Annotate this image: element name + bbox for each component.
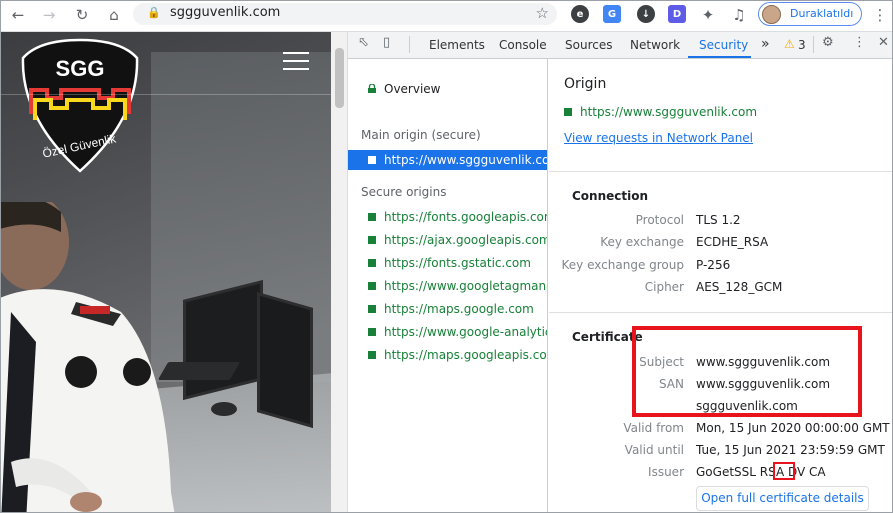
highlight-box-small: [773, 462, 795, 480]
profile-button[interactable]: Duraklatıldı: [758, 2, 862, 26]
warnings-count[interactable]: 3: [798, 38, 806, 52]
origin-title: Origin: [564, 76, 607, 92]
media-icon[interactable]: ♫: [728, 4, 750, 26]
monitor-image: [257, 291, 313, 429]
overview-item[interactable]: Overview: [348, 79, 547, 99]
page-scrollbar[interactable]: [331, 32, 348, 512]
more-options-icon[interactable]: ⋮: [853, 35, 866, 50]
secure-origin-item[interactable]: https://maps.googleapis.com: [348, 345, 548, 365]
secure-origin-item[interactable]: https://ajax.googleapis.com: [348, 230, 548, 250]
main-origin-item[interactable]: https://www.sggguvenlik.com: [348, 150, 548, 170]
puzzle-icon[interactable]: ✦: [697, 4, 719, 26]
origin-label: https://maps.googleapis.com: [384, 348, 548, 362]
reload-icon[interactable]: ↻: [71, 4, 93, 26]
certificate-value: GoGetSSL RSA DV CA: [696, 465, 826, 479]
mouse-image: [211, 402, 237, 416]
star-icon[interactable]: ☆: [536, 4, 549, 22]
connection-value: AES_128_GCM: [696, 280, 783, 294]
sgg-logo: SGG Özel Güvenlik: [21, 38, 139, 173]
tab-sources[interactable]: Sources: [565, 38, 612, 52]
extension-icon[interactable]: e: [571, 5, 589, 23]
active-tab-indicator: [688, 56, 751, 58]
secure-origin-item[interactable]: https://www.google-analytics.com: [348, 322, 547, 342]
origin-label: https://fonts.googleapis.com: [384, 210, 548, 224]
overview-label: Overview: [384, 82, 441, 96]
connection-key: Protocol: [635, 213, 684, 227]
origin-label: https://www.google-analytics.com: [384, 325, 547, 339]
connection-title: Connection: [572, 189, 649, 203]
connection-value: TLS 1.2: [696, 213, 741, 227]
connection-key: Key exchange group: [561, 258, 684, 272]
tab-elements[interactable]: Elements: [429, 38, 485, 52]
hamburger-menu-icon[interactable]: [283, 52, 309, 70]
address-bar[interactable]: 🔒 sggguvenlik.com ☆: [133, 3, 557, 25]
screenshot-root: ← → ↻ ⌂ 🔒 sggguvenlik.com ☆ e G ↓ D ✦ ♫ …: [0, 0, 893, 513]
tab-network[interactable]: Network: [630, 38, 680, 52]
lock-icon[interactable]: 🔒: [147, 6, 161, 19]
tab-console[interactable]: Console: [499, 38, 547, 52]
connection-key: Key exchange: [600, 235, 684, 249]
security-guard-image: [1, 202, 175, 512]
connection-key: Cipher: [644, 280, 684, 294]
logo-title: SGG: [56, 56, 105, 81]
browser-toolbar: ← → ↻ ⌂ 🔒 sggguvenlik.com ☆ e G ↓ D ✦ ♫ …: [1, 1, 892, 32]
forward-icon[interactable]: →: [38, 4, 60, 26]
more-tabs-button[interactable]: »: [761, 36, 770, 52]
device-toolbar-icon[interactable]: ▯: [383, 35, 390, 50]
avatar: [762, 5, 781, 24]
home-icon[interactable]: ⌂: [103, 4, 125, 26]
certificate-value: Mon, 15 Jun 2020 00:00:00 GMT: [696, 421, 890, 435]
website-viewport: SGG Özel Güvenlik: [1, 32, 331, 512]
translate-icon[interactable]: G: [603, 5, 621, 23]
security-sidebar: Overview Main origin (secure) https://ww…: [348, 59, 548, 512]
origin-label: https://ajax.googleapis.com: [384, 233, 548, 247]
certificate-key: Valid from: [623, 421, 684, 435]
secure-origins-header: Secure origins: [361, 185, 447, 199]
warning-icon[interactable]: ⚠: [784, 37, 795, 51]
profile-label: Duraklatıldı: [790, 7, 854, 20]
certificate-key: Valid until: [624, 443, 684, 457]
download-icon[interactable]: ↓: [637, 5, 655, 23]
url-text: sggguvenlik.com: [170, 5, 281, 20]
close-devtools-icon[interactable]: ✕: [878, 35, 889, 50]
secure-origin-item[interactable]: https://www.googletagmanager.com: [348, 276, 547, 296]
origin-details-panel: Origin https://www.sggguvenlik.com View …: [549, 59, 892, 512]
divider: [549, 171, 892, 172]
back-icon[interactable]: ←: [7, 4, 29, 26]
settings-gear-icon[interactable]: ⚙: [822, 35, 834, 50]
highlight-box: [632, 326, 862, 417]
origin-label: https://fonts.gstatic.com: [384, 256, 531, 270]
connection-value: ECDHE_RSA: [696, 235, 769, 249]
main-origin-label: https://www.sggguvenlik.com: [384, 153, 548, 167]
monitor-image: [183, 280, 263, 400]
origin-label: https://www.googletagmanager.com: [384, 279, 547, 293]
open-certificate-button[interactable]: Open full certificate details: [696, 486, 869, 511]
menu-icon[interactable]: ⋮: [869, 4, 891, 26]
certificate-value: Tue, 15 Jun 2021 23:59:59 GMT: [696, 443, 885, 457]
connection-value: P-256: [696, 258, 731, 272]
view-requests-link[interactable]: View requests in Network Panel: [564, 131, 753, 145]
tab-security[interactable]: Security: [699, 38, 748, 52]
main-origin-header: Main origin (secure): [361, 128, 481, 142]
d-extension-icon[interactable]: D: [668, 5, 686, 23]
secure-origin-item[interactable]: https://fonts.googleapis.com: [348, 207, 548, 227]
secure-origin-item[interactable]: https://maps.google.com: [348, 299, 547, 319]
divider: [549, 312, 892, 313]
origin-label: https://maps.google.com: [384, 302, 534, 316]
header-divider: [1, 94, 331, 95]
origin-url-text: https://www.sggguvenlik.com: [580, 105, 758, 119]
inspect-icon[interactable]: ⬁: [358, 35, 369, 50]
secure-origin-item[interactable]: https://fonts.gstatic.com: [348, 253, 547, 273]
certificate-key: Issuer: [648, 465, 684, 479]
